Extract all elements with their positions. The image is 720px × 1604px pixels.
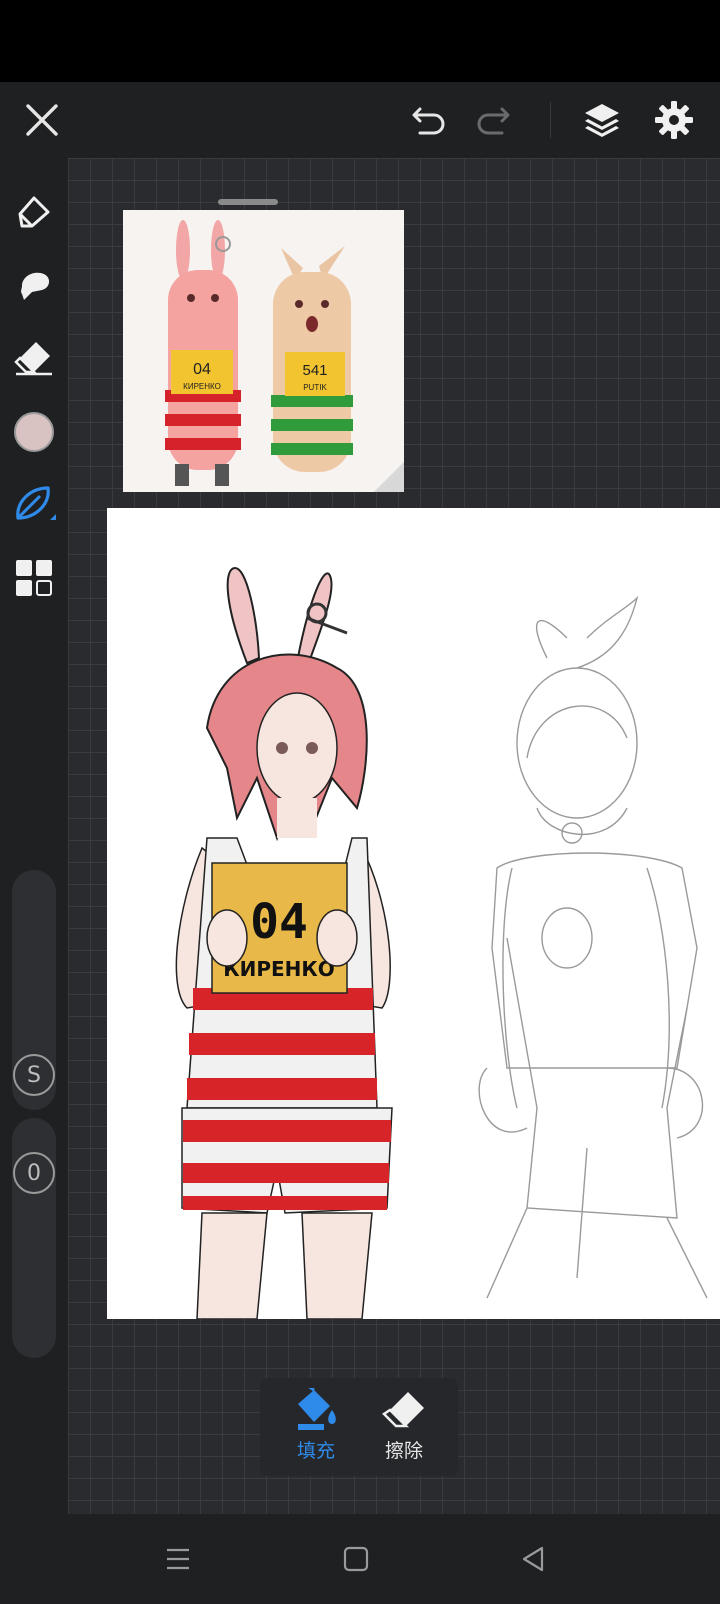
- close-icon: [26, 104, 58, 136]
- color-picker-button[interactable]: [10, 408, 58, 456]
- close-button[interactable]: [18, 82, 66, 158]
- erase-mode-button[interactable]: 擦除: [364, 1388, 444, 1468]
- canvas-sign-number: 04: [250, 894, 308, 950]
- redo-icon: [477, 107, 510, 135]
- eraser-icon: [382, 1392, 424, 1428]
- reference-image[interactable]: 04 КИРЕНКО 541 PUTIK: [123, 210, 404, 492]
- smudge-tool-button[interactable]: [10, 262, 58, 310]
- recents-button[interactable]: [150, 1514, 206, 1604]
- pen-icon: [18, 196, 50, 228]
- reference-drag-handle[interactable]: [218, 199, 278, 205]
- top-toolbar: [0, 82, 720, 158]
- fill-mode-panel: 填充 擦除: [260, 1378, 458, 1476]
- eraser-tool-button[interactable]: [10, 334, 58, 382]
- size-label: S: [27, 1062, 41, 1088]
- color-swatch: [14, 412, 54, 452]
- gear-icon: [655, 101, 693, 139]
- redo-button[interactable]: [470, 82, 514, 158]
- ref-right-number: 541: [302, 362, 327, 379]
- paint-bucket-icon: [298, 1388, 336, 1430]
- erase-label: 擦除: [384, 1440, 423, 1462]
- system-nav-bar: [0, 1514, 720, 1604]
- gallery-button[interactable]: [10, 554, 58, 602]
- brush-icon: [16, 486, 56, 520]
- back-triangle-icon: [522, 1546, 544, 1572]
- square-icon: [343, 1546, 369, 1572]
- ref-right-name: PUTIK: [303, 383, 327, 392]
- ref-left-name: КИРЕНКО: [183, 382, 221, 391]
- reference-illustration: 04 КИРЕНКО 541 PUTIK: [123, 210, 404, 492]
- drawing-canvas[interactable]: 04 КИРЕНКО: [107, 508, 720, 1319]
- divider: [550, 102, 551, 138]
- pen-tool-button[interactable]: [10, 188, 58, 236]
- smudge-icon: [21, 272, 50, 300]
- tool-sidebar: S 0: [0, 158, 68, 1514]
- opacity-button[interactable]: 0: [13, 1152, 55, 1194]
- status-bar: [0, 0, 720, 82]
- undo-icon: [412, 107, 445, 135]
- menu-icon: [167, 1548, 189, 1570]
- eraser-icon: [14, 342, 52, 376]
- grid-icon: [16, 560, 52, 596]
- home-button[interactable]: [328, 1514, 384, 1604]
- canvas-sign-name: КИРЕНКО: [223, 957, 335, 981]
- size-button[interactable]: S: [13, 1054, 55, 1096]
- back-button[interactable]: [506, 1514, 562, 1604]
- layers-button[interactable]: [578, 82, 626, 158]
- resize-corner[interactable]: [374, 462, 404, 492]
- opacity-label: 0: [27, 1160, 41, 1186]
- fill-mode-button[interactable]: 填充: [276, 1388, 356, 1468]
- undo-button[interactable]: [408, 82, 452, 158]
- brush-tool-button[interactable]: [10, 480, 58, 528]
- settings-button[interactable]: [650, 82, 698, 158]
- layers-icon: [585, 104, 619, 137]
- canvas-artwork: 04 КИРЕНКО: [175, 566, 708, 1319]
- ref-left-number: 04: [193, 361, 211, 378]
- fill-label: 填充: [296, 1440, 335, 1462]
